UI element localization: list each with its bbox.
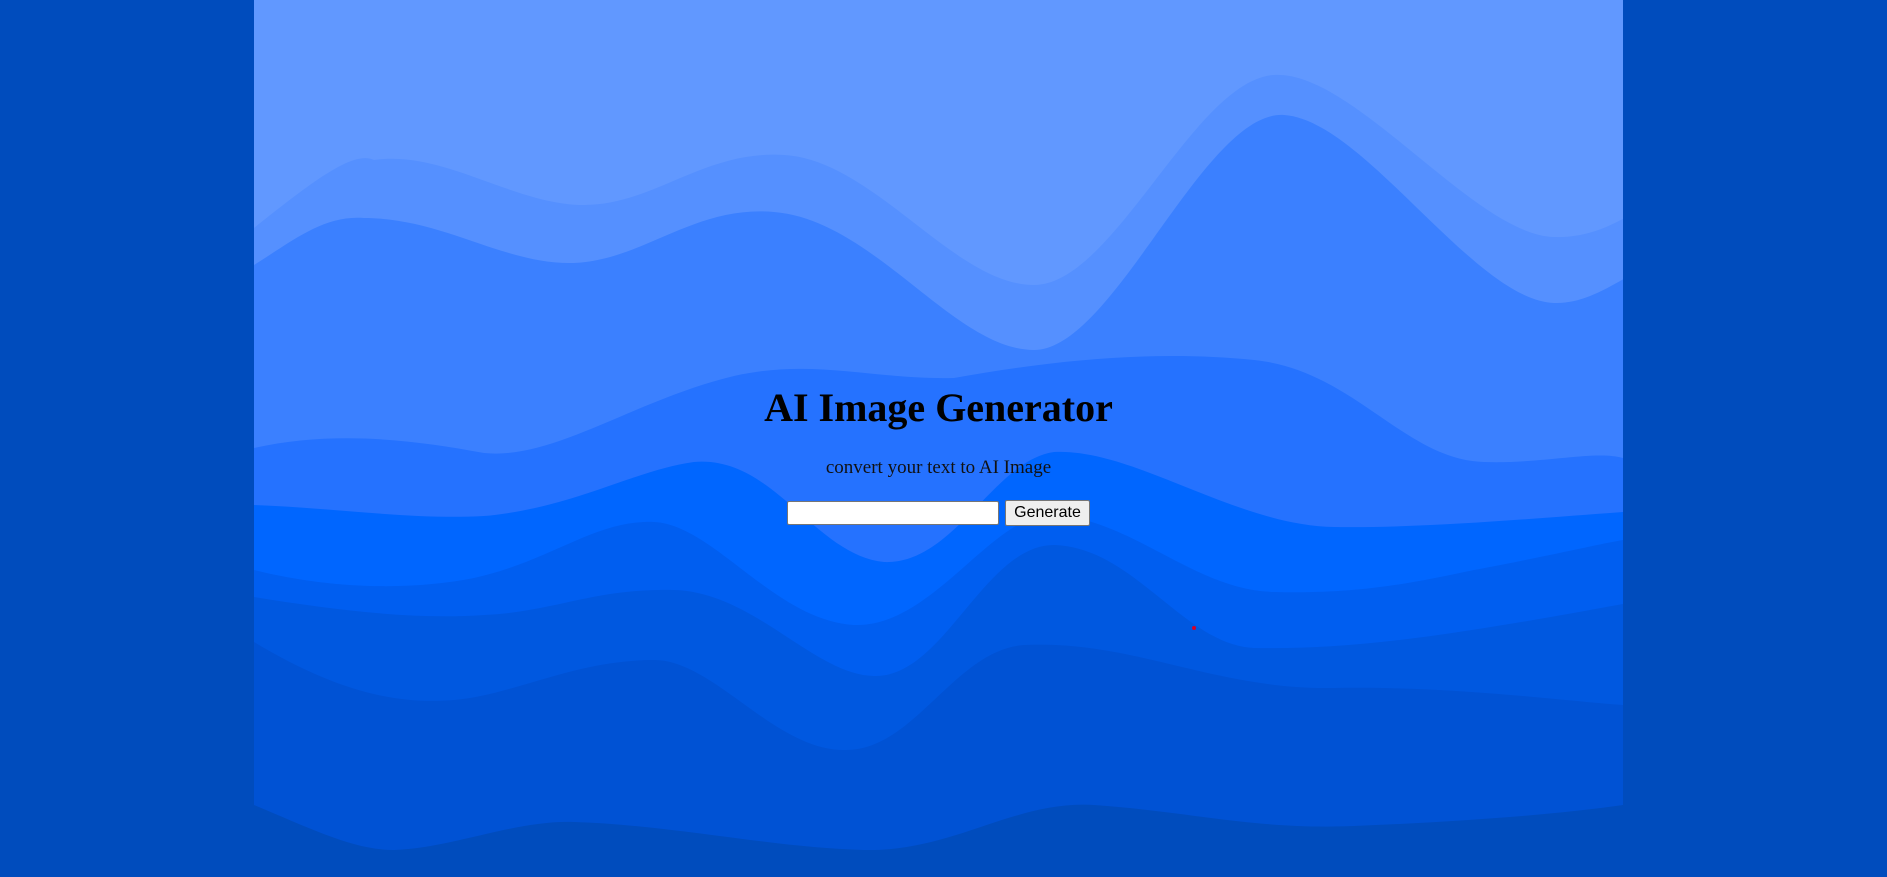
page-title: AI Image Generator [764, 385, 1113, 430]
page-subtitle: convert your text to AI Image [825, 457, 1052, 478]
generate-button[interactable]: Generate [1005, 500, 1090, 526]
red-marker-dot [1192, 626, 1196, 630]
prompt-input[interactable] [787, 501, 1000, 525]
wave-background [254, 0, 1623, 877]
page: AI Image Generator convert your text to … [0, 0, 1887, 877]
prompt-form: Generate [254, 500, 1623, 526]
